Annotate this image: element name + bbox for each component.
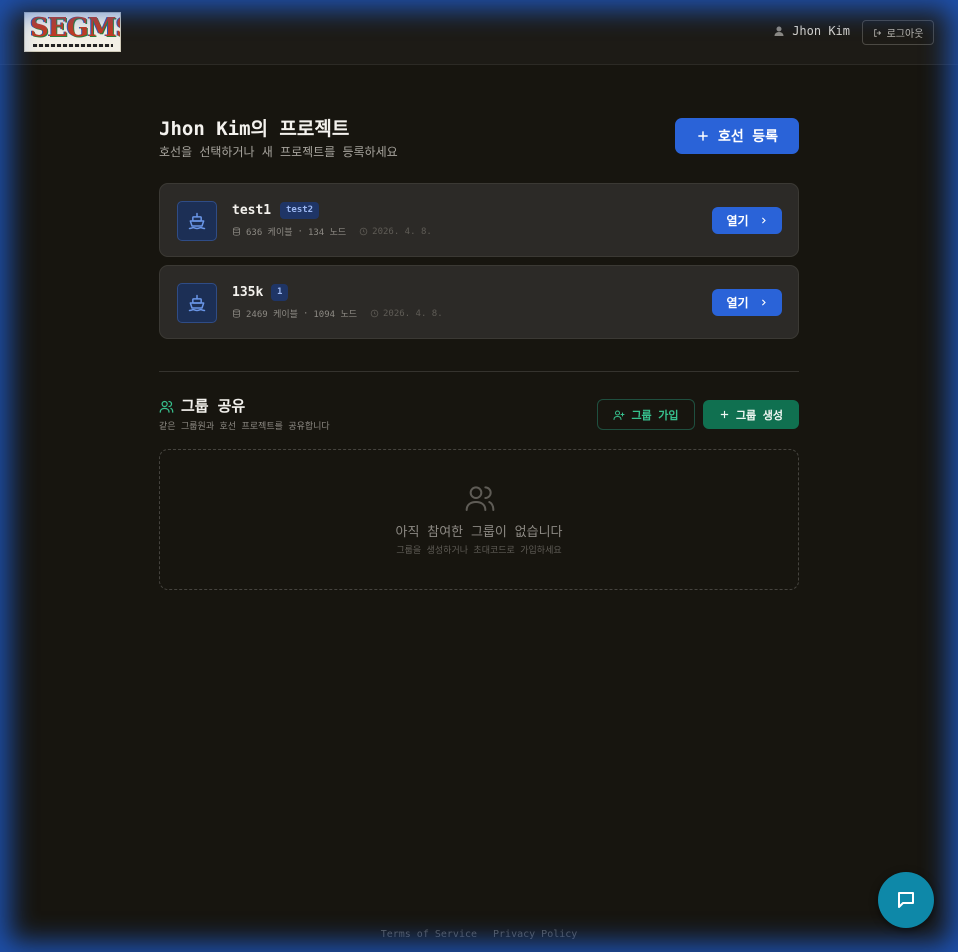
logout-button[interactable]: 로그아웃 [862, 20, 934, 45]
user-plus-icon [613, 410, 625, 420]
project-card[interactable]: 135k 1 2469 케이블 · 1094 노드 2026. 4. 8. 열기 [159, 265, 799, 339]
open-label: 열기 [726, 214, 749, 228]
chat-button[interactable] [878, 872, 934, 928]
open-label: 열기 [726, 296, 749, 310]
page-subtitle: 호선을 선택하거나 새 프로젝트를 등록하세요 [159, 145, 398, 159]
user-name: Jhon Kim [792, 24, 850, 38]
register-label: 호선 등록 [718, 129, 778, 145]
section-divider [159, 371, 799, 372]
clock-icon [359, 227, 368, 236]
create-group-button[interactable]: 그룹 생성 [703, 400, 799, 429]
project-card[interactable]: test1 test2 636 케이블 · 134 노드 2026. 4. 8.… [159, 183, 799, 257]
project-date: 2026. 4. 8. [372, 226, 432, 237]
logout-icon [873, 28, 881, 37]
project-meta: 2469 케이블 · 1094 노드 2026. 4. 8. [232, 307, 443, 320]
project-date: 2026. 4. 8. [383, 308, 443, 319]
ship-icon [188, 212, 206, 230]
project-meta: 636 케이블 · 134 노드 2026. 4. 8. [232, 225, 432, 238]
plus-icon [698, 131, 708, 141]
top-bar: SEGMS Jhon Kim 로그아웃 [0, 0, 958, 65]
database-icon [233, 309, 240, 318]
chevron-right-icon [761, 299, 766, 306]
register-vessel-button[interactable]: 호선 등록 [675, 118, 799, 154]
user-info: Jhon Kim [773, 24, 850, 38]
project-name: 135k [232, 285, 264, 300]
project-date-group: 2026. 4. 8. [359, 227, 432, 237]
create-group-label: 그룹 생성 [735, 408, 784, 422]
meta-separator: · [297, 226, 303, 237]
open-project-button[interactable]: 열기 [712, 207, 782, 234]
empty-state-subtitle: 그룹을 생성하거나 초대코드로 가입하세요 [396, 546, 562, 556]
meta-separator: · [302, 308, 309, 319]
node-count: 134 노드 [307, 228, 347, 238]
empty-groups-panel: 아직 참여한 그룹이 없습니다 그룹을 생성하거나 초대코드로 가입하세요 [159, 449, 799, 590]
join-group-label: 그룹 가입 [631, 408, 679, 422]
users-icon [465, 486, 495, 511]
plus-icon [720, 410, 729, 419]
logo-subtitle-strip [33, 44, 113, 47]
app-logo[interactable]: SEGMS [24, 12, 121, 52]
terms-link[interactable]: Terms of Service [381, 929, 477, 940]
database-icon [233, 227, 240, 236]
logo-text: SEGMS [30, 13, 120, 43]
logout-label: 로그아웃 [886, 29, 924, 40]
empty-state-title: 아직 참여한 그룹이 없습니다 [395, 525, 563, 540]
open-project-button[interactable]: 열기 [712, 289, 782, 316]
privacy-link[interactable]: Privacy Policy [493, 929, 577, 940]
project-date-group: 2026. 4. 8. [370, 309, 443, 319]
user-icon [774, 26, 784, 36]
join-group-button[interactable]: 그룹 가입 [597, 399, 695, 430]
footer: Terms of Service Privacy Policy [0, 929, 958, 940]
project-tag: 1 [271, 284, 289, 301]
group-section-title: 그룹 공유 [181, 397, 246, 415]
cable-count: 2469 케이블 [246, 310, 298, 320]
ship-icon-box [177, 201, 217, 241]
project-tag: test2 [280, 202, 320, 219]
chevron-right-icon [761, 217, 766, 224]
chat-icon [898, 892, 914, 908]
page-title: Jhon Kim의 프로젝트 [159, 118, 350, 140]
ship-icon-box [177, 283, 217, 323]
group-section-subtitle: 같은 그룹원과 호선 프로젝트를 공유합니다 [159, 422, 330, 432]
node-count: 1094 노드 [313, 310, 358, 320]
ship-icon [188, 294, 206, 312]
users-icon [159, 400, 174, 413]
clock-icon [370, 309, 379, 318]
project-name: test1 [232, 203, 272, 218]
cable-count: 636 케이블 [246, 228, 293, 238]
